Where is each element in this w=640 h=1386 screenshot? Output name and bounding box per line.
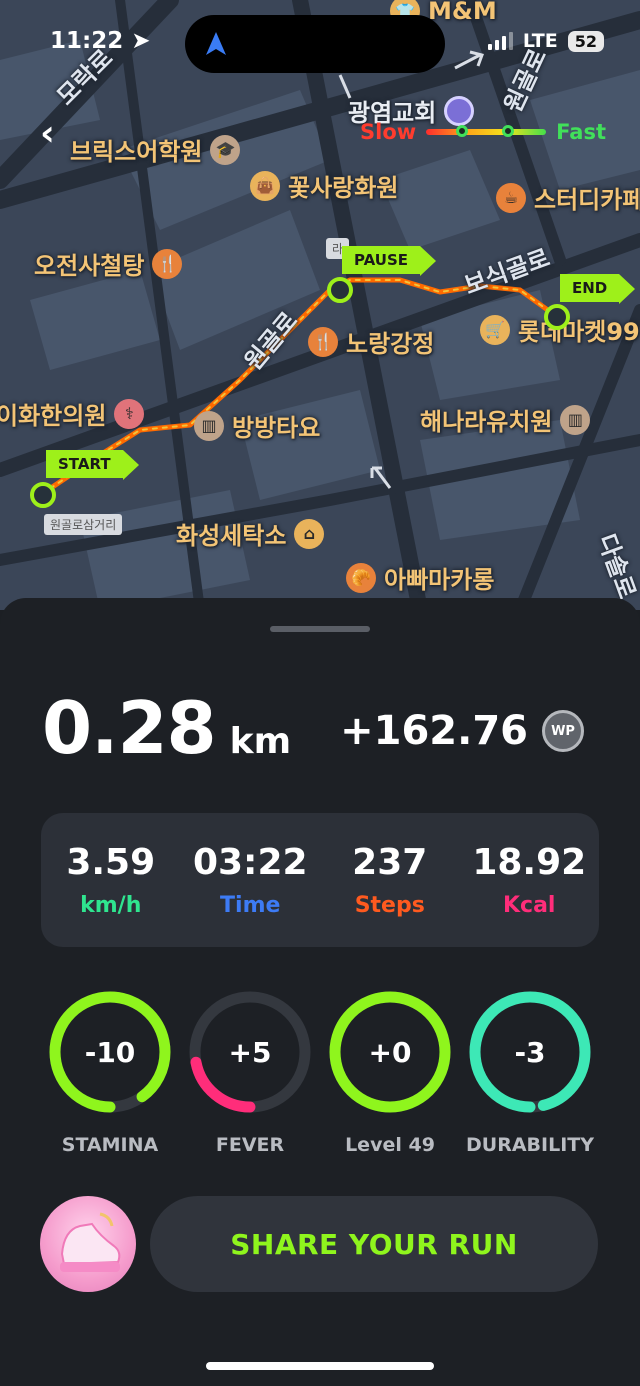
cellular-signal-icon xyxy=(487,32,513,50)
gauge-value: +5 xyxy=(228,1035,272,1069)
stat-value: 3.59 xyxy=(66,842,156,883)
stat-value: 18.92 xyxy=(472,842,587,883)
distance-unit: km xyxy=(229,721,292,762)
fork-knife-icon: 🍴 xyxy=(152,248,183,279)
poi-label: 스터디카페 xyxy=(534,186,640,214)
poi-label: 화성세탁소 xyxy=(176,522,287,550)
gauge-stamina: -10 STAMINA xyxy=(40,990,180,1156)
clock: 11:22 xyxy=(50,28,124,54)
poi-label: 아빠마카롱 xyxy=(384,566,495,594)
poi-kindergarten[interactable]: 해나라유치원 ▥ xyxy=(420,402,591,437)
poi-clinic[interactable]: 이화한의원 ⚕ xyxy=(0,396,145,431)
speed-legend: Slow Fast xyxy=(360,120,606,144)
poi-restaurant-2[interactable]: 🍴 노랑강정 xyxy=(308,324,434,359)
bakery-icon: 🥐 xyxy=(346,562,376,593)
poi-label: 방방타요 xyxy=(232,414,321,442)
poi-bangbang[interactable]: ▥ 방방타요 xyxy=(194,408,320,443)
chevron-left-icon: ‹ xyxy=(40,113,55,154)
fork-knife-icon: 🍴 xyxy=(308,326,338,357)
poi-label: 이화한의원 xyxy=(0,402,107,430)
gauge-value: -3 xyxy=(514,1035,546,1069)
share-run-button[interactable]: SHARE YOUR RUN xyxy=(150,1196,598,1292)
gauge-durability: -3 DURABILITY xyxy=(460,990,600,1156)
poi-label: 노랑강정 xyxy=(346,330,435,358)
pause-point[interactable] xyxy=(327,277,353,303)
poi-laundry[interactable]: 화성세탁소 ⌂ xyxy=(176,516,325,551)
gauge-label: Level 49 xyxy=(345,1134,435,1156)
dynamic-island xyxy=(185,15,445,73)
fever-ring: +5 xyxy=(188,990,312,1114)
stat-label: Steps xyxy=(354,893,425,918)
stat-value: 237 xyxy=(352,842,428,883)
end-flag: END xyxy=(560,274,636,304)
stat-kcal: 18.92 Kcal xyxy=(460,813,600,947)
home-indicator[interactable] xyxy=(206,1362,434,1370)
intersection-tag: 원골로삼거리 xyxy=(44,514,123,535)
gauge-label: STAMINA xyxy=(61,1134,159,1156)
status-indicators: LTE 52 xyxy=(487,30,604,52)
gauge-label: DURABILITY xyxy=(466,1134,594,1156)
legend-slow-label: Slow xyxy=(360,120,417,144)
shopping-cart-icon: 🛒 xyxy=(480,314,510,345)
poi-flower-shop[interactable]: 👜 꽃사랑화원 xyxy=(250,168,398,203)
stamina-ring: -10 xyxy=(48,990,172,1114)
status-time: 11:22 ➤ xyxy=(50,28,151,54)
stat-label: km/h xyxy=(80,893,142,918)
building-icon: ▥ xyxy=(560,404,591,435)
network-type: LTE xyxy=(522,30,558,52)
gauge-fever: +5 FEVER xyxy=(180,990,320,1156)
gauge-level: +0 Level 49 xyxy=(320,990,460,1156)
poi-label: M&M xyxy=(428,0,497,25)
poi-study-cafe[interactable]: ☕ 스터디카페 xyxy=(496,180,640,215)
distance: 0.28 km xyxy=(42,686,291,770)
stat-steps: 237 Steps xyxy=(320,813,460,947)
speed-gradient-bar xyxy=(426,125,547,137)
durability-ring: -3 xyxy=(468,990,592,1114)
location-arrow-icon: ➤ xyxy=(131,28,151,54)
poi-label: 해나라유치원 xyxy=(420,408,553,436)
stat-value: 03:22 xyxy=(192,842,308,883)
stat-label: Kcal xyxy=(503,893,556,918)
pause-flag: PAUSE xyxy=(342,246,436,276)
gauge-value: -10 xyxy=(84,1035,136,1069)
poi-label: 꽃사랑화원 xyxy=(288,174,399,202)
poi-academy[interactable]: 브릭스어학원 🎓 xyxy=(70,132,241,167)
start-flag: START xyxy=(46,450,139,480)
hanger-icon: ⌂ xyxy=(294,518,325,549)
poi-label: 롯데마켓99 xyxy=(518,318,640,346)
poi-label: 브릭스어학원 xyxy=(70,138,203,166)
level-ring: +0 xyxy=(328,990,452,1114)
wp-value: +162.76 xyxy=(340,708,528,754)
shopping-bag-icon: 👜 xyxy=(250,170,280,201)
stat-time: 03:22 Time xyxy=(181,813,321,947)
wp-earned: +162.76 WP xyxy=(340,708,584,754)
graduation-cap-icon: 🎓 xyxy=(210,134,241,165)
sneaker-icon xyxy=(60,1212,121,1272)
gauge-value: +0 xyxy=(368,1035,412,1069)
wp-coin-icon: WP xyxy=(542,710,584,752)
sneaker-avatar[interactable] xyxy=(40,1196,136,1292)
gauge-label: FEVER xyxy=(215,1134,285,1156)
run-summary-sheet: 0.28 km +162.76 WP 3.59 km/h 03:22 Time … xyxy=(0,598,640,1386)
stat-speed: 3.59 km/h xyxy=(41,813,181,947)
stat-label: Time xyxy=(220,893,281,918)
start-point[interactable] xyxy=(30,482,56,508)
stethoscope-icon: ⚕ xyxy=(114,398,145,429)
navigation-arrow-icon xyxy=(206,32,226,55)
legend-fast-label: Fast xyxy=(556,120,606,144)
poi-macaron[interactable]: 🥐 아빠마카롱 xyxy=(346,560,494,595)
attribute-gauges: -10 STAMINA +5 FEVER +0 Level 49 -3 DURA… xyxy=(40,990,600,1156)
stats-card: 3.59 km/h 03:22 Time 237 Steps 18.92 Kca… xyxy=(41,813,599,947)
end-point[interactable] xyxy=(544,304,570,330)
sheet-grabber[interactable] xyxy=(270,626,370,632)
distance-value: 0.28 xyxy=(42,686,217,770)
poi-label: 오전사철탕 xyxy=(34,252,145,280)
poi-restaurant-1[interactable]: 오전사철탕 🍴 xyxy=(34,246,183,281)
building-icon: ▥ xyxy=(194,410,224,441)
coffee-cup-icon: ☕ xyxy=(496,182,526,213)
back-button[interactable]: ‹ xyxy=(40,116,55,152)
battery-icon: 52 xyxy=(567,30,604,52)
run-map[interactable]: 👕 M&M 광염교회 브릭스어학원 🎓 👜 꽃사랑화원 ☕ 스터디카페 오전사철… xyxy=(0,0,640,610)
